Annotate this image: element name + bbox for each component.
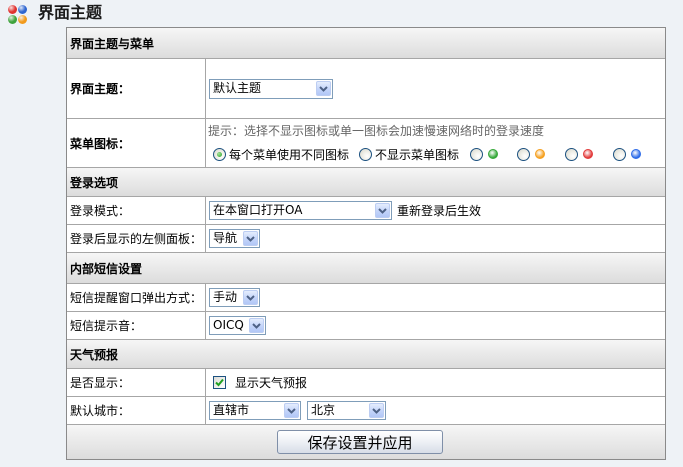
dropdown-arrow-icon[interactable] xyxy=(284,403,299,418)
orange-dot-icon xyxy=(535,149,546,159)
radio-option-different-icons[interactable]: 每个菜单使用不同图标 xyxy=(213,146,349,163)
red-dot xyxy=(8,5,17,14)
radio-button[interactable] xyxy=(613,147,627,161)
dropdown-arrow-icon[interactable] xyxy=(243,231,258,246)
radio-label[interactable]: 不显示菜单图标 xyxy=(375,146,459,163)
section-header-sms: 内部短信设置 xyxy=(67,253,665,284)
weather-display-label: 是否显示： xyxy=(67,369,206,396)
dropdown-arrow-icon[interactable] xyxy=(375,203,390,218)
login-mode-value-cell: 在本窗口打开OA 重新登录后生效 xyxy=(206,197,665,224)
menu-icons-radio-group: 每个菜单使用不同图标 不显示菜单图标 xyxy=(213,146,642,163)
green-dot-icon xyxy=(488,149,499,159)
sms-popup-label: 短信提醒窗口弹出方式： xyxy=(67,284,206,311)
green-dot xyxy=(8,15,17,24)
sms-sound-value-cell: OICQ xyxy=(206,312,665,339)
login-mode-select-value: 在本窗口打开OA xyxy=(213,203,303,217)
region-select[interactable]: 直辖市 xyxy=(209,401,301,420)
row-left-panel: 登录后显示的左侧面板： 导航 xyxy=(67,225,665,253)
sms-sound-select[interactable]: OICQ xyxy=(209,316,266,335)
radio-button[interactable] xyxy=(359,147,373,161)
section-header-login: 登录选项 xyxy=(67,168,665,197)
orange-dot xyxy=(18,15,27,24)
city-select[interactable]: 北京 xyxy=(307,401,386,420)
sms-sound-label: 短信提示音： xyxy=(67,312,206,339)
radio-option-no-icons[interactable]: 不显示菜单图标 xyxy=(359,146,459,163)
row-login-mode: 登录模式： 在本窗口打开OA 重新登录后生效 xyxy=(67,197,665,225)
login-mode-select[interactable]: 在本窗口打开OA xyxy=(209,201,392,220)
page-title: 界面主题 xyxy=(38,3,103,22)
row-weather-display: 是否显示： 显示天气预报 xyxy=(67,369,665,397)
section-title: 界面主题与菜单 xyxy=(70,36,155,51)
sms-sound-select-value: OICQ xyxy=(213,318,244,332)
sms-popup-value-cell: 手动 xyxy=(206,284,665,311)
menu-icons-hint: 提示：选择不显示图标或单一图标会加速慢速网络时的登录速度 xyxy=(208,124,545,138)
menu-icons-value-cell: 提示：选择不显示图标或单一图标会加速慢速网络时的登录速度 每个菜单使用不同图标 … xyxy=(206,119,665,167)
left-panel-value-cell: 导航 xyxy=(206,225,665,252)
row-sms-popup: 短信提醒窗口弹出方式： 手动 xyxy=(67,284,665,312)
weather-display-checkbox-label[interactable]: 显示天气预报 xyxy=(235,374,307,391)
row-menu-icons: 菜单图标： 提示：选择不显示图标或单一图标会加速慢速网络时的登录速度 每个菜单使… xyxy=(67,119,665,168)
radio-label[interactable]: 每个菜单使用不同图标 xyxy=(229,146,349,163)
radio-button[interactable] xyxy=(470,147,484,161)
row-theme: 界面主题： 默认主题 xyxy=(67,59,665,119)
theme-value-cell: 默认主题 xyxy=(206,59,665,118)
section-title: 内部短信设置 xyxy=(70,261,143,276)
sms-popup-select-value: 手动 xyxy=(213,290,238,304)
default-city-label: 默认城市： xyxy=(67,397,206,424)
dropdown-arrow-icon[interactable] xyxy=(243,290,258,305)
radio-option-red-icon[interactable] xyxy=(565,147,594,161)
weather-display-value-cell: 显示天气预报 xyxy=(206,369,665,396)
login-mode-note: 重新登录后生效 xyxy=(397,204,482,218)
left-panel-select[interactable]: 导航 xyxy=(209,229,260,248)
radio-button[interactable] xyxy=(565,147,579,161)
form-footer: 保存设置并应用 xyxy=(67,425,665,459)
login-mode-label: 登录模式： xyxy=(67,197,206,224)
save-apply-button[interactable]: 保存设置并应用 xyxy=(277,430,443,454)
radio-button[interactable] xyxy=(517,147,531,161)
default-city-value-cell: 直辖市 北京 xyxy=(206,397,665,424)
section-header-weather: 天气预报 xyxy=(67,340,665,369)
row-default-city: 默认城市： 直辖市 北京 xyxy=(67,397,665,425)
blue-dot xyxy=(18,5,27,14)
weather-display-checkbox[interactable] xyxy=(213,376,226,389)
theme-select[interactable]: 默认主题 xyxy=(209,78,333,99)
theme-select-value: 默认主题 xyxy=(213,81,262,95)
check-icon xyxy=(215,378,224,387)
section-header-theme-menu: 界面主题与菜单 xyxy=(67,28,665,59)
region-select-value: 直辖市 xyxy=(213,403,250,417)
dropdown-arrow-icon[interactable] xyxy=(249,318,264,333)
blue-dot-icon xyxy=(631,149,642,159)
radio-option-blue-icon[interactable] xyxy=(613,147,642,161)
dropdown-arrow-icon[interactable] xyxy=(316,81,331,96)
colored-dots-icon xyxy=(8,5,28,25)
radio-option-green-icon[interactable] xyxy=(470,147,499,161)
theme-label: 界面主题： xyxy=(67,59,206,118)
settings-table: 界面主题与菜单 界面主题： 默认主题 菜单图标： 提示：选择不显示图标或单一图标… xyxy=(66,27,666,460)
red-dot-icon xyxy=(583,149,594,159)
left-panel-label: 登录后显示的左侧面板： xyxy=(67,225,206,252)
left-panel-select-value: 导航 xyxy=(213,231,238,245)
radio-button[interactable] xyxy=(213,147,226,161)
row-sms-sound: 短信提示音： OICQ xyxy=(67,312,665,340)
dropdown-arrow-icon[interactable] xyxy=(369,403,384,418)
sms-popup-select[interactable]: 手动 xyxy=(209,288,260,307)
section-title: 天气预报 xyxy=(70,347,119,362)
section-title: 登录选项 xyxy=(70,175,119,190)
radio-option-orange-icon[interactable] xyxy=(517,147,546,161)
menu-icons-label: 菜单图标： xyxy=(67,119,206,167)
city-select-value: 北京 xyxy=(311,403,336,417)
